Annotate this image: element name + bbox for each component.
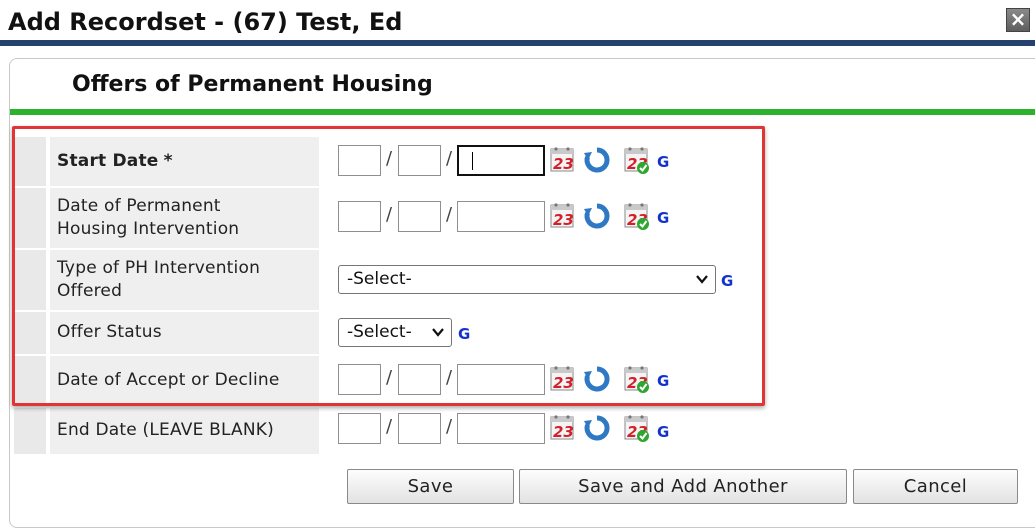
end-date-month-input[interactable] [338,413,381,444]
end-date-year-input[interactable] [457,413,545,444]
save-button[interactable]: Save [347,469,514,504]
end-date-label-cell: End Date (LEAVE BLANK) [50,408,319,454]
end-date-day-input[interactable] [398,413,441,444]
g-link[interactable]: G [657,423,669,441]
header-divider [0,40,1035,46]
dialog-titlebar: Add Recordset - (67) Test, Ed × [0,0,1035,40]
end-date-label: End Date (LEAVE BLANK) [57,420,274,440]
close-icon: × [1009,7,1027,31]
section-divider [10,109,1035,115]
date-slash: / [446,416,453,437]
close-button[interactable]: × [1006,8,1030,32]
highlight-annotation [12,126,765,406]
refresh-icon[interactable] [582,412,612,444]
section-title: Offers of Permanent Housing [72,72,433,97]
save-and-add-another-button[interactable]: Save and Add Another [519,469,847,504]
date-slash: / [386,416,393,437]
calendar-icon[interactable] [548,412,578,444]
dialog-title: Add Recordset - (67) Test, Ed [8,8,403,36]
calendar-check-icon[interactable] [622,412,652,444]
cancel-button[interactable]: Cancel [853,469,1018,504]
row-stub [14,408,46,454]
